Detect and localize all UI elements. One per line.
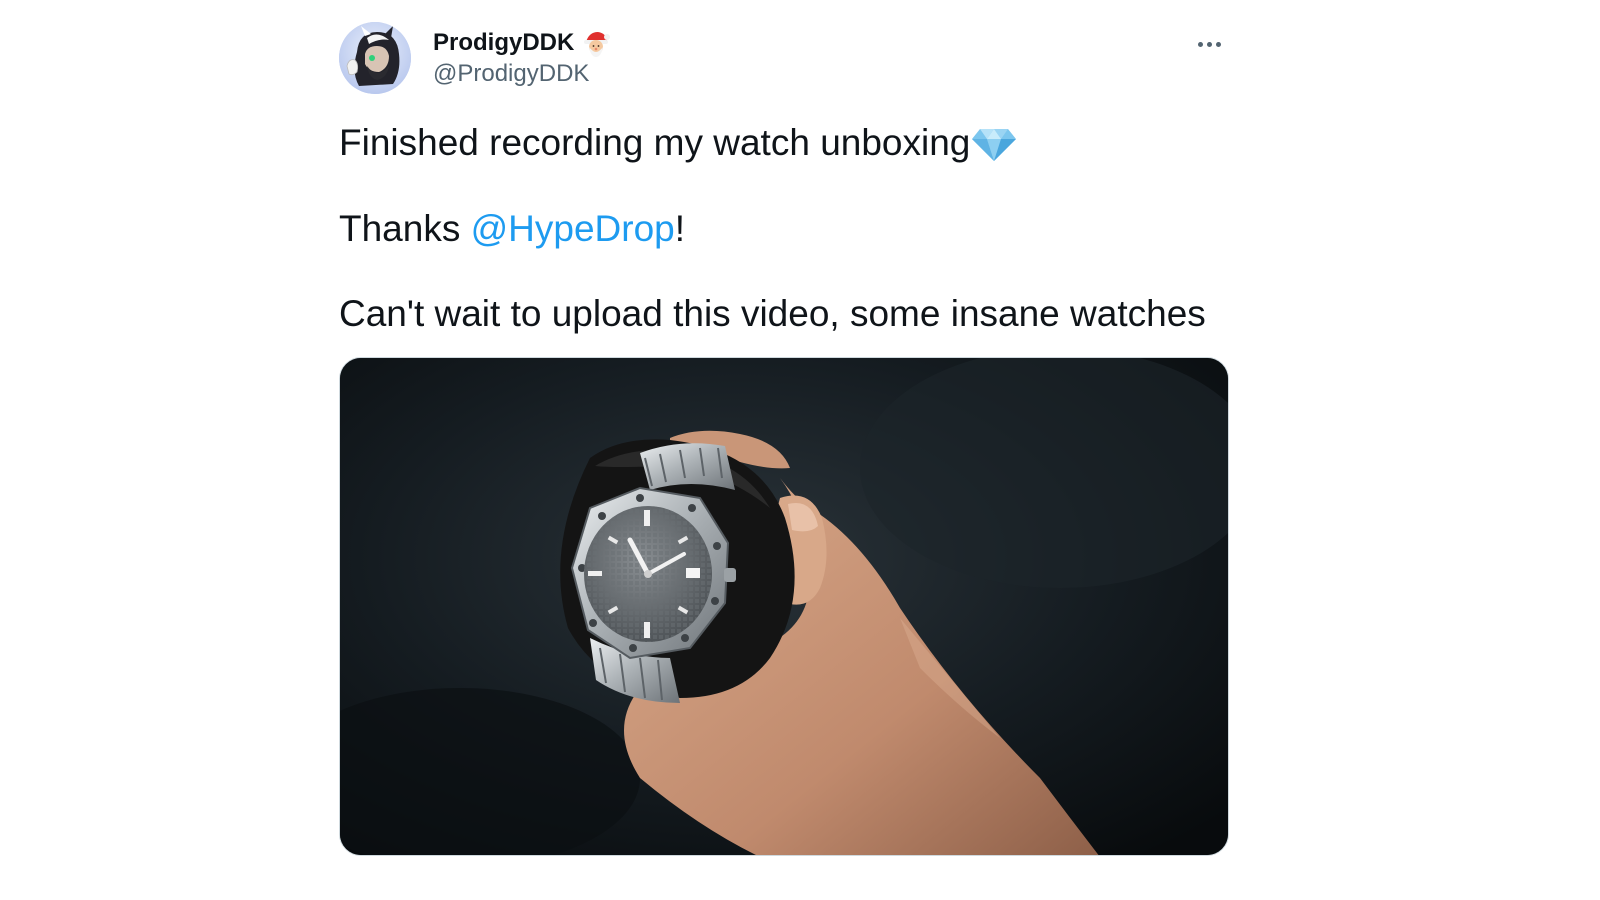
more-options-icon[interactable] bbox=[1189, 32, 1229, 56]
gem-emoji bbox=[972, 129, 1017, 161]
hand-holding-watch-image bbox=[340, 358, 1228, 855]
display-name[interactable]: ProdigyDDK bbox=[433, 29, 574, 57]
tweet-line-2: Thanks @HypeDrop! bbox=[339, 206, 685, 252]
more-dot bbox=[1215, 41, 1221, 47]
mention-link[interactable]: @HypeDrop bbox=[471, 208, 675, 249]
author-names: ProdigyDDK @ProdigyDDK bbox=[433, 28, 611, 88]
tweet-line-2-suffix: ! bbox=[674, 208, 686, 249]
tweet-line-3: Can't wait to upload this video, some in… bbox=[339, 293, 1206, 334]
display-name-row: ProdigyDDK bbox=[433, 28, 611, 58]
more-dot bbox=[1206, 41, 1212, 47]
tweet-line-1: Finished recording my watch unboxing bbox=[339, 120, 1017, 166]
tweet-header: ProdigyDDK @ProdigyDDK bbox=[339, 22, 1229, 96]
tweet-line-1-text: Finished recording my watch unboxing bbox=[339, 122, 971, 163]
avatar[interactable] bbox=[339, 22, 411, 94]
tweet-card: ProdigyDDK @ProdigyDDK Finished recordin… bbox=[339, 0, 1229, 900]
more-dot bbox=[1197, 41, 1203, 47]
author-handle[interactable]: @ProdigyDDK bbox=[433, 60, 611, 88]
tweet-line-2-prefix: Thanks bbox=[339, 208, 471, 249]
tweet-media-photo[interactable] bbox=[339, 357, 1229, 856]
santa-emoji bbox=[584, 32, 611, 57]
